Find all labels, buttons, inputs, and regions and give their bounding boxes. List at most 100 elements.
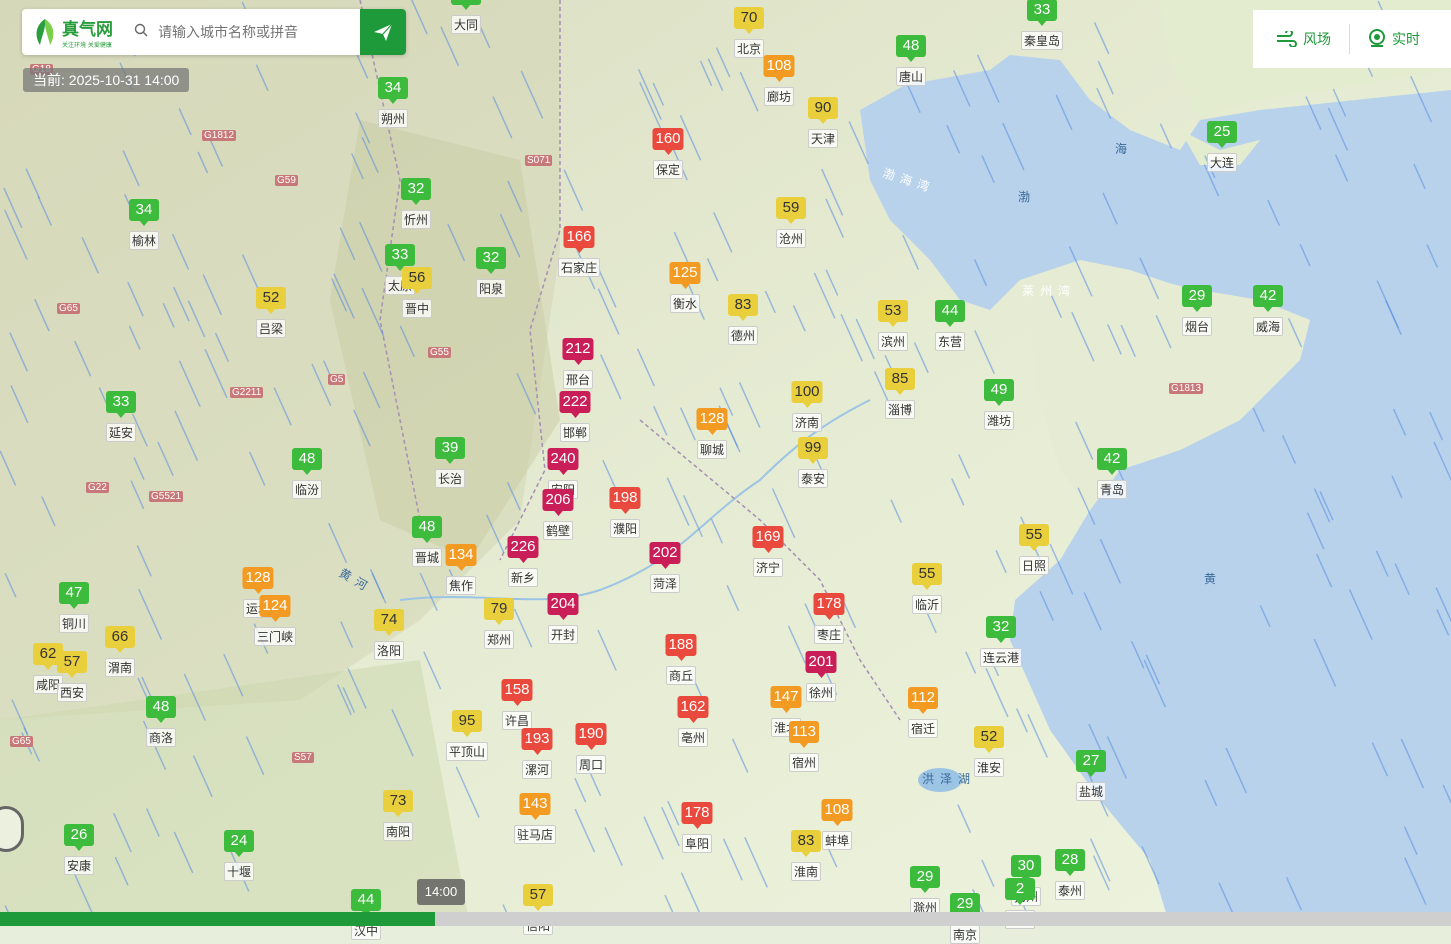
aqi-marker[interactable]: 158: [501, 679, 533, 706]
aqi-marker[interactable]: 113: [789, 721, 819, 748]
aqi-marker[interactable]: 29: [1182, 285, 1212, 312]
aqi-marker[interactable]: 160: [652, 128, 684, 155]
aqi-marker[interactable]: 193: [521, 728, 553, 755]
aqi-marker[interactable]: 27: [1076, 750, 1106, 777]
aqi-marker[interactable]: 99: [798, 437, 828, 464]
aqi-marker[interactable]: 66: [105, 626, 135, 653]
aqi-value: 134: [445, 544, 477, 566]
aqi-marker[interactable]: 48: [412, 516, 442, 543]
aqi-marker[interactable]: 188: [665, 634, 697, 661]
aqi-marker[interactable]: 90: [808, 97, 838, 124]
aqi-marker[interactable]: 204: [547, 593, 579, 620]
aqi-marker[interactable]: 79: [484, 598, 514, 625]
aqi-marker[interactable]: 29: [910, 866, 940, 893]
aqi-value: 206: [542, 489, 574, 511]
aqi-marker[interactable]: 53: [878, 300, 908, 327]
aqi-marker[interactable]: 34: [378, 77, 408, 104]
aqi-marker[interactable]: 206: [542, 489, 574, 516]
aqi-marker[interactable]: 100: [791, 381, 823, 408]
aqi-marker[interactable]: 48: [896, 35, 926, 62]
aqi-marker[interactable]: 59: [776, 197, 806, 224]
aqi-marker[interactable]: 112: [908, 687, 938, 714]
aqi-marker[interactable]: 108: [821, 799, 853, 826]
aqi-marker[interactable]: 108: [763, 55, 795, 82]
aqi-marker[interactable]: 24: [224, 830, 254, 857]
aqi-marker[interactable]: 147: [770, 686, 802, 713]
aqi-marker[interactable]: 74: [374, 609, 404, 636]
aqi-marker[interactable]: 124: [259, 595, 291, 622]
aqi-marker[interactable]: 143: [519, 793, 551, 820]
aqi-marker[interactable]: 95: [452, 710, 482, 737]
aqi-marker[interactable]: 57: [57, 651, 87, 678]
current-time-badge: 当前: 2025-10-31 14:00: [23, 68, 190, 92]
aqi-marker[interactable]: 55: [1019, 524, 1049, 551]
aqi-marker[interactable]: 83: [791, 830, 821, 857]
aqi-marker[interactable]: 44: [935, 300, 965, 327]
map-canvas[interactable]: 渤海湾 莱州湾 渤 海 黄 洪泽湖 黄河 大同北京市秦皇岛市唐山市廊坊市天津市保…: [0, 0, 1451, 944]
aqi-marker[interactable]: 202: [649, 542, 681, 569]
aqi-marker[interactable]: 73: [383, 790, 413, 817]
aqi-marker[interactable]: 32: [476, 247, 506, 274]
aqi-marker[interactable]: 85: [885, 368, 915, 395]
aqi-marker[interactable]: 52: [256, 287, 286, 314]
aqi-marker[interactable]: 34: [129, 199, 159, 226]
aqi-marker[interactable]: 49: [984, 379, 1014, 406]
aqi-marker[interactable]: 178: [681, 802, 713, 829]
city-name-tag: 商丘: [665, 666, 697, 685]
aqi-marker[interactable]: 166: [563, 226, 595, 253]
aqi-marker[interactable]: 128: [696, 408, 728, 435]
aqi-marker[interactable]: 42: [1253, 285, 1283, 312]
marker-pointer: [43, 664, 53, 670]
aqi-marker[interactable]: 70: [734, 7, 764, 34]
marker-pointer: [994, 400, 1004, 406]
aqi-marker[interactable]: 198: [609, 487, 641, 514]
city-name-tag: 亳州: [677, 728, 709, 747]
aqi-marker[interactable]: 134: [445, 544, 477, 571]
aqi-marker[interactable]: 226: [507, 536, 539, 563]
aqi-marker[interactable]: 2: [1005, 878, 1035, 905]
aqi-marker[interactable]: 162: [677, 696, 709, 723]
aqi-marker[interactable]: 47: [59, 582, 89, 609]
aqi-marker[interactable]: 55: [912, 563, 942, 590]
aqi-marker[interactable]: 222: [559, 391, 591, 418]
aqi-marker[interactable]: 42: [1097, 448, 1127, 475]
timeline-bar[interactable]: [0, 912, 1451, 926]
wind-field-toggle[interactable]: 风场: [1275, 29, 1331, 49]
aqi-marker[interactable]: 169: [752, 526, 784, 553]
aqi-marker[interactable]: 48: [146, 696, 176, 723]
aqi-marker[interactable]: 128: [242, 567, 274, 594]
marker-pointer: [808, 458, 818, 464]
marker-pointer: [1015, 899, 1025, 905]
search-submit-button[interactable]: [360, 9, 406, 55]
aqi-marker[interactable]: 125: [669, 262, 701, 289]
aqi-value: 113: [789, 721, 819, 743]
city-name-tag: 沧州: [775, 229, 807, 248]
highway-shield: G65: [57, 303, 80, 314]
aqi-marker[interactable]: 178: [813, 593, 845, 620]
aqi-marker[interactable]: 57: [523, 884, 553, 911]
aqi-value: 143: [519, 793, 551, 815]
aqi-value: 202: [649, 542, 681, 564]
aqi-marker[interactable]: 26: [64, 824, 94, 851]
aqi-marker[interactable]: 25: [1207, 121, 1237, 148]
aqi-marker[interactable]: 27: [451, 0, 481, 10]
aqi-marker[interactable]: 28: [1055, 849, 1085, 876]
search-input[interactable]: [156, 23, 350, 41]
aqi-marker[interactable]: 52: [974, 726, 1004, 753]
aqi-marker[interactable]: 32: [401, 178, 431, 205]
aqi-marker[interactable]: 201: [805, 651, 837, 678]
aqi-marker[interactable]: 56: [402, 267, 432, 294]
aqi-marker[interactable]: 212: [562, 338, 594, 365]
marker-pointer: [253, 588, 263, 594]
realtime-toggle[interactable]: 实时: [1368, 29, 1420, 49]
logo[interactable]: 真气网 关注环境 关爱健康: [22, 9, 134, 55]
aqi-marker[interactable]: 240: [547, 448, 579, 475]
aqi-marker[interactable]: 48: [292, 448, 322, 475]
aqi-marker[interactable]: 32: [986, 616, 1016, 643]
aqi-marker[interactable]: 190: [575, 723, 607, 750]
aqi-marker[interactable]: 33: [106, 391, 136, 418]
aqi-marker[interactable]: 33: [1027, 0, 1057, 26]
aqi-marker[interactable]: 83: [728, 294, 758, 321]
aqi-value: 70: [734, 7, 764, 29]
aqi-marker[interactable]: 39: [435, 437, 465, 464]
